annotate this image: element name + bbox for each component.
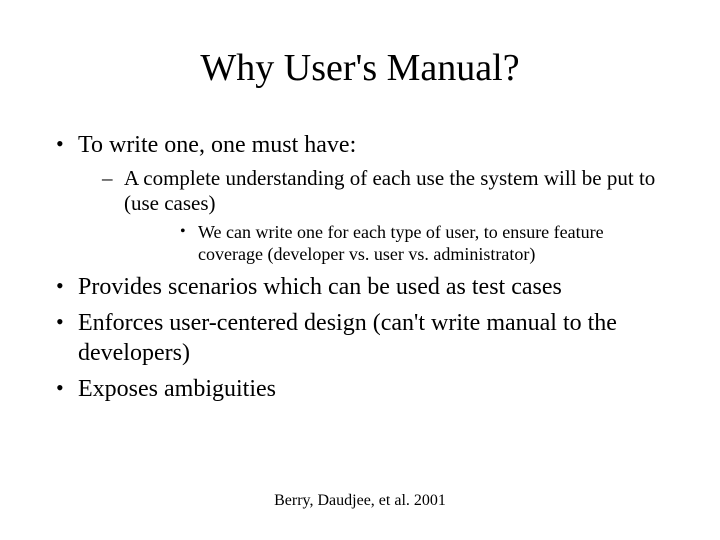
bullet-text: Provides scenarios which can be used as …	[78, 274, 562, 300]
list-item: Enforces user-centered design (can't wri…	[48, 308, 672, 368]
bullet-text: We can write one for each type of user, …	[198, 222, 604, 264]
list-item: Exposes ambiguities	[48, 374, 672, 404]
list-item: A complete understanding of each use the…	[78, 166, 672, 266]
sub-list: A complete understanding of each use the…	[78, 166, 672, 266]
list-item: Provides scenarios which can be used as …	[48, 272, 672, 302]
bullet-text: A complete understanding of each use the…	[124, 166, 655, 215]
slide-title: Why User's Manual?	[48, 46, 672, 90]
list-item: We can write one for each type of user, …	[124, 222, 672, 265]
sub-sub-list: We can write one for each type of user, …	[124, 222, 672, 265]
bullet-text: Exposes ambiguities	[78, 376, 276, 402]
citation: Berry, Daudjee, et al. 2001	[0, 492, 720, 510]
bullet-text: To write one, one must have:	[78, 132, 356, 158]
list-item: To write one, one must have: A complete …	[48, 130, 672, 266]
bullet-list: To write one, one must have: A complete …	[48, 130, 672, 404]
bullet-text: Enforces user-centered design (can't wri…	[78, 310, 617, 366]
